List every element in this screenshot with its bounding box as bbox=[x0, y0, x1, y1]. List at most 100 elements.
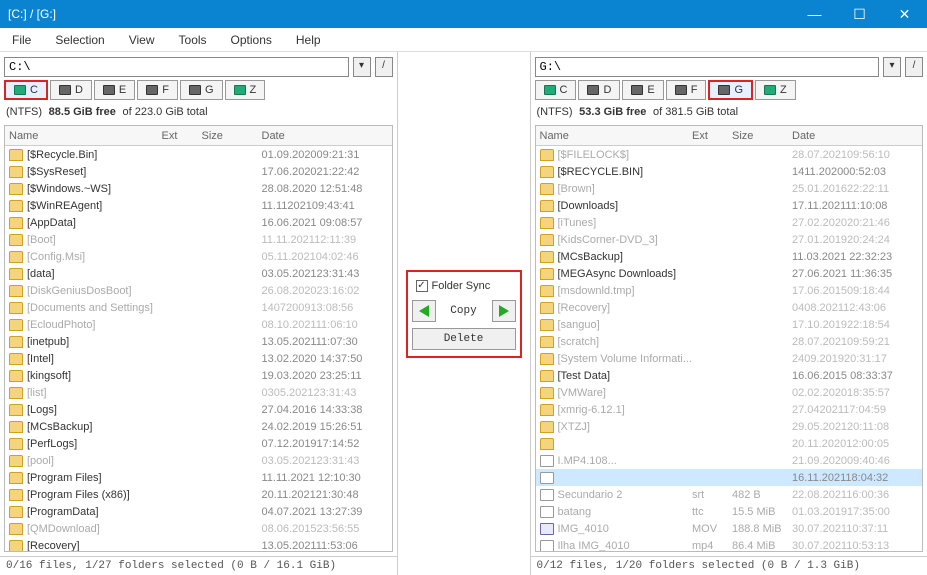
col-size[interactable]: Size bbox=[202, 130, 262, 142]
drive-button-z[interactable]: Z bbox=[225, 80, 266, 100]
folder-row[interactable]: [Recovery]0408.202112:43:06 bbox=[536, 299, 923, 316]
file-row[interactable]: IMG_4010MOV188.8 MiB30.07.202110:37:11 bbox=[536, 520, 923, 537]
drive-icon bbox=[718, 85, 730, 95]
drive-button-f[interactable]: F bbox=[137, 80, 178, 100]
file-row[interactable]: batangttc15.5 MiB01.03.201917:35:00 bbox=[536, 503, 923, 520]
drive-button-c[interactable]: C bbox=[4, 80, 48, 100]
folder-row[interactable]: [MCsBackup]11.03.2021 22:32:23 bbox=[536, 248, 923, 265]
file-row[interactable]: Ilha IMG_4010mp486.4 MiB30.07.202110:53:… bbox=[536, 537, 923, 551]
folder-row[interactable]: [Config.Msi]05.11.202104:02:46 bbox=[5, 248, 392, 265]
folder-row[interactable]: [xmrig-6.12.1]27.04202117:04:59 bbox=[536, 401, 923, 418]
folder-row[interactable]: [VMWare]02.02.202018:35:57 bbox=[536, 384, 923, 401]
folder-row[interactable]: [$SysReset]17.06.202021:22:42 bbox=[5, 163, 392, 180]
folder-row[interactable]: [ProgramData]04.07.2021 13:27:39 bbox=[5, 503, 392, 520]
folder-row[interactable]: [Test Data]16.06.2015 08:33:37 bbox=[536, 367, 923, 384]
file-row[interactable]: Secundario 2srt482 B22.08.202116:00:36 bbox=[536, 486, 923, 503]
folder-icon bbox=[9, 285, 23, 297]
copy-right-button[interactable] bbox=[492, 300, 516, 322]
maximize-button[interactable]: ☐ bbox=[837, 0, 882, 28]
drive-button-z[interactable]: Z bbox=[755, 80, 796, 100]
folder-row[interactable]: [$Windows.~WS]28.08.2020 12:51:48 bbox=[5, 180, 392, 197]
folder-row[interactable]: [System Volume Informati...2409.201920:3… bbox=[536, 350, 923, 367]
folder-row[interactable]: [inetpub]13.05.202111:07:30 bbox=[5, 333, 392, 350]
file-row[interactable]: I.MP4.108...21.09.202009:40:46 bbox=[536, 452, 923, 469]
col-date[interactable]: Date bbox=[792, 130, 922, 142]
col-name[interactable]: Name bbox=[5, 130, 162, 142]
copy-left-button[interactable] bbox=[412, 300, 436, 322]
col-name[interactable]: Name bbox=[536, 130, 693, 142]
left-path-action[interactable]: / bbox=[375, 57, 393, 77]
folder-row[interactable]: [Boot]11.11.202112:11:39 bbox=[5, 231, 392, 248]
folder-row[interactable]: [pool]03.05.202123:31:43 bbox=[5, 452, 392, 469]
col-ext[interactable]: Ext bbox=[692, 130, 732, 142]
folder-icon bbox=[9, 234, 23, 246]
folder-row[interactable]: [KidsCorner-DVD_3]27.01.201920:24:24 bbox=[536, 231, 923, 248]
drive-button-d[interactable]: D bbox=[50, 80, 92, 100]
folder-row[interactable]: [Documents and Settings]1407200913:08:56 bbox=[5, 299, 392, 316]
drive-button-g[interactable]: G bbox=[180, 80, 223, 100]
folder-row[interactable]: [iTunes]27.02.202020:21:46 bbox=[536, 214, 923, 231]
folder-row[interactable]: [EcloudPhoto]08.10.202111:06:10 bbox=[5, 316, 392, 333]
col-date[interactable]: Date bbox=[262, 130, 392, 142]
minimize-button[interactable]: — bbox=[792, 0, 837, 28]
folder-icon bbox=[9, 404, 23, 416]
folder-row[interactable]: [PerfLogs]07.12.201917:14:52 bbox=[5, 435, 392, 452]
folder-row[interactable]: [XTZJ]29.05.202120:11:08 bbox=[536, 418, 923, 435]
folder-row[interactable]: [QMDownload]08.06.201523:56:55 bbox=[5, 520, 392, 537]
folder-row[interactable]: [Intel]13.02.2020 14:37:50 bbox=[5, 350, 392, 367]
drive-button-f[interactable]: F bbox=[666, 80, 707, 100]
left-path-input[interactable] bbox=[4, 57, 349, 77]
folder-row[interactable]: [msdownld.tmp]17.06.201509:18:44 bbox=[536, 282, 923, 299]
right-path-dropdown[interactable]: ▾ bbox=[883, 57, 901, 77]
folder-row[interactable]: [Program Files (x86)]20.11.202121:30:48 bbox=[5, 486, 392, 503]
folder-icon bbox=[540, 234, 554, 246]
file-icon bbox=[540, 540, 554, 552]
folder-sync-checkbox[interactable]: ✓ bbox=[416, 280, 428, 292]
file-icon bbox=[540, 472, 554, 484]
folder-row[interactable]: [Recovery]13.05.202111:53:06 bbox=[5, 537, 392, 551]
folder-row[interactable]: [Downloads]17.11.202111:10:08 bbox=[536, 197, 923, 214]
right-path-action[interactable]: / bbox=[905, 57, 923, 77]
col-ext[interactable]: Ext bbox=[162, 130, 202, 142]
folder-row[interactable]: [kingsoft]19.03.2020 23:25:11 bbox=[5, 367, 392, 384]
menu-tools[interactable]: Tools bbox=[173, 31, 213, 49]
folder-row[interactable]: [DiskGeniusDosBoot]26.08.202023:16:02 bbox=[5, 282, 392, 299]
folder-row[interactable]: [Brown]25.01.201622:22:11 bbox=[536, 180, 923, 197]
right-rows[interactable]: [$FILELOCK$]28.07.202109:56:10[$RECYCLE.… bbox=[536, 146, 923, 551]
drive-button-e[interactable]: E bbox=[94, 80, 135, 100]
menu-selection[interactable]: Selection bbox=[49, 31, 110, 49]
delete-button[interactable]: Delete bbox=[412, 328, 516, 350]
file-icon bbox=[540, 506, 554, 518]
folder-row[interactable]: [MCsBackup]24.02.2019 15:26:51 bbox=[5, 418, 392, 435]
file-row[interactable]: 16.11.202118:04:32 bbox=[536, 469, 923, 486]
menu-help[interactable]: Help bbox=[290, 31, 327, 49]
folder-row[interactable]: [Logs]27.04.2016 14:33:38 bbox=[5, 401, 392, 418]
drive-button-c[interactable]: C bbox=[535, 80, 577, 100]
left-path-dropdown[interactable]: ▾ bbox=[353, 57, 371, 77]
folder-row[interactable]: [$WinREAgent]11.11202109:43:41 bbox=[5, 197, 392, 214]
folder-row[interactable]: [data]03.05.202123:31:43 bbox=[5, 265, 392, 282]
col-size[interactable]: Size bbox=[732, 130, 792, 142]
folder-row[interactable]: [MEGAsync Downloads]27.06.2021 11:36:35 bbox=[536, 265, 923, 282]
drive-button-e[interactable]: E bbox=[622, 80, 663, 100]
folder-row[interactable]: [AppData]16.06.2021 09:08:57 bbox=[5, 214, 392, 231]
drive-icon bbox=[234, 85, 246, 95]
folder-icon bbox=[540, 319, 554, 331]
drive-button-d[interactable]: D bbox=[578, 80, 620, 100]
folder-row[interactable]: 20.11.202012:00:05 bbox=[536, 435, 923, 452]
folder-row[interactable]: [$Recycle.Bin]01.09.202009:21:31 bbox=[5, 146, 392, 163]
folder-row[interactable]: [Program Files]11.11.2021 12:10:30 bbox=[5, 469, 392, 486]
folder-icon bbox=[9, 438, 23, 450]
menu-file[interactable]: File bbox=[6, 31, 37, 49]
folder-row[interactable]: [list]0305.202123:31:43 bbox=[5, 384, 392, 401]
folder-row[interactable]: [scratch]28.07.202109:59:21 bbox=[536, 333, 923, 350]
folder-row[interactable]: [$RECYCLE.BIN]1411.202000:52:03 bbox=[536, 163, 923, 180]
folder-row[interactable]: [sanguo]17.10.201922:18:54 bbox=[536, 316, 923, 333]
menu-options[interactable]: Options bbox=[225, 31, 278, 49]
folder-row[interactable]: [$FILELOCK$]28.07.202109:56:10 bbox=[536, 146, 923, 163]
right-path-input[interactable] bbox=[535, 57, 880, 77]
left-rows[interactable]: [$Recycle.Bin]01.09.202009:21:31[$SysRes… bbox=[5, 146, 392, 551]
menu-view[interactable]: View bbox=[123, 31, 161, 49]
close-button[interactable]: ✕ bbox=[882, 0, 927, 28]
drive-button-g[interactable]: G bbox=[708, 80, 753, 100]
